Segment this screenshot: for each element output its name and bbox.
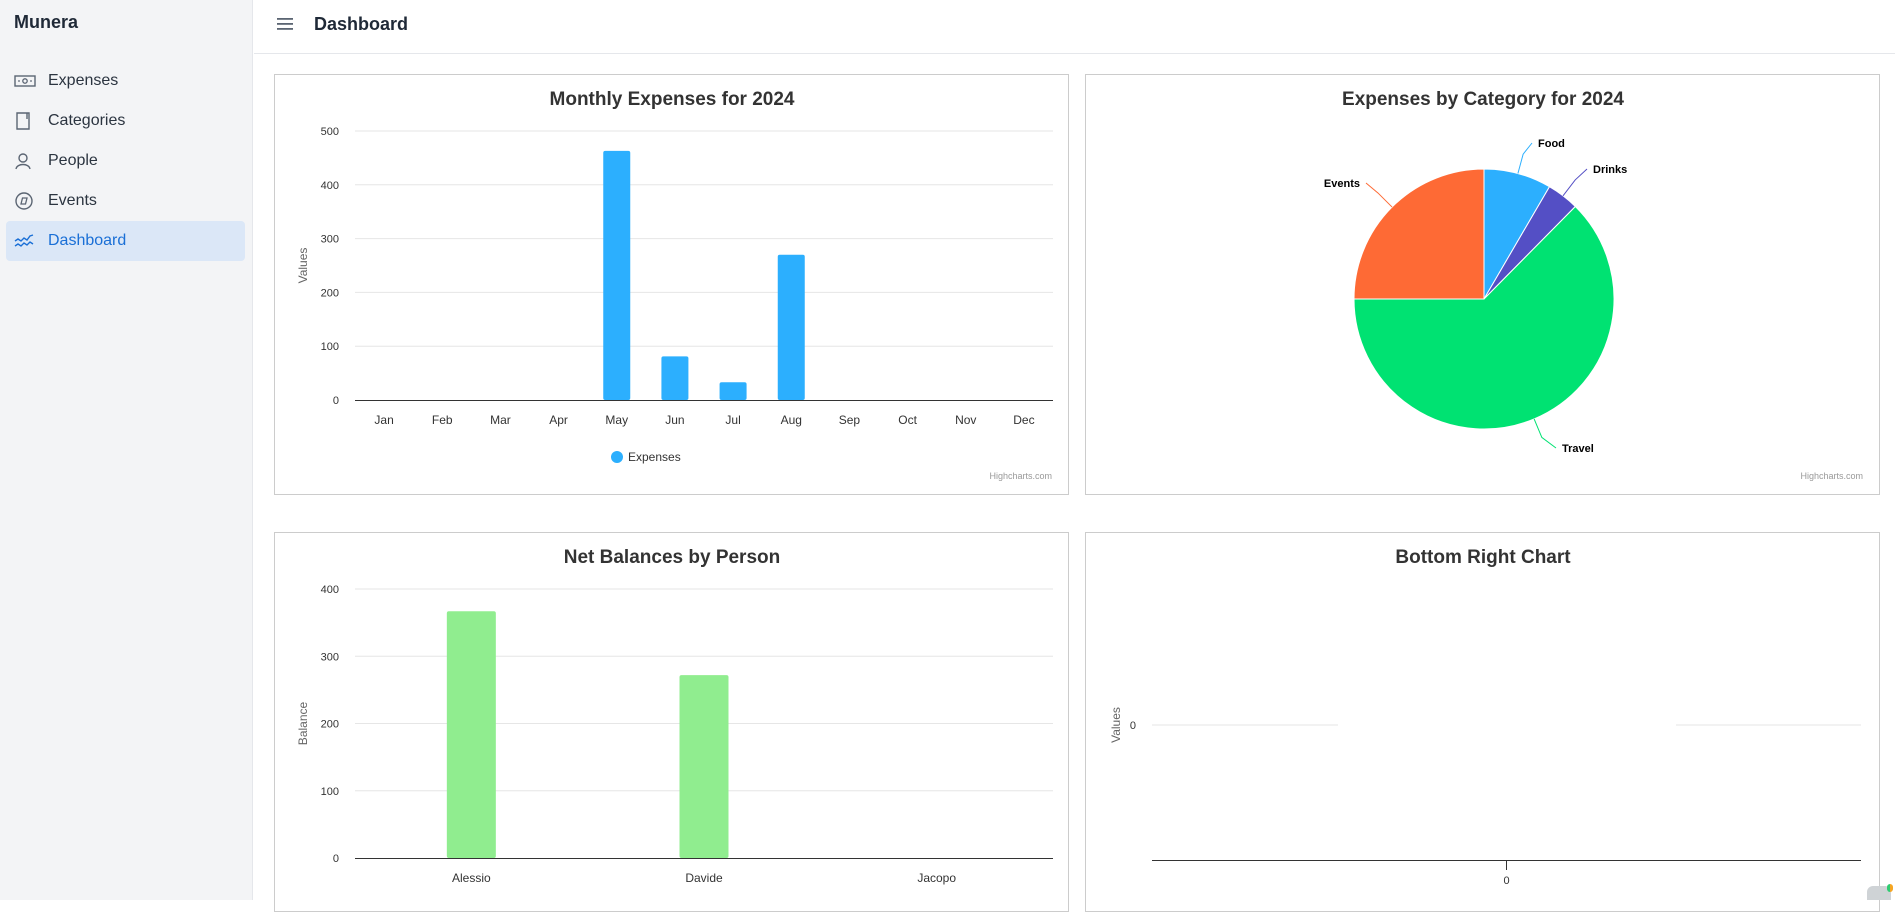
y-tick-label: 300 [321,234,339,246]
top-header: Dashboard [254,0,1895,54]
credits-link: Highcharts.com [1800,471,1863,481]
sidebar: Munera Expenses Categories People Events [0,0,253,900]
x-tick-label: Oct [898,413,917,427]
credits-link: Highcharts.com [989,471,1052,481]
monthly-expenses-svg: Monthly Expenses for 2024 0 100 200 300 400 50… [275,75,1070,496]
sidebar-item-label: Dashboard [48,232,126,250]
category-pie-chart: Expenses by Category for 2024 Food Drinks T… [1085,74,1880,495]
x-tick-label: Aug [781,413,802,427]
y-axis-title: Values [296,248,310,284]
y-tick-label: 300 [321,651,339,663]
bottom-right-svg: Bottom Right Chart 0 Values 0 [1086,533,1881,913]
bottom-right-chart: Bottom Right Chart 0 Values 0 [1085,532,1880,912]
pie-label-drinks: Drinks [1593,164,1627,176]
sidebar-nav: Expenses Categories People Events Dashbo… [6,61,245,261]
bar [778,255,805,400]
page-title: Dashboard [314,14,408,35]
x-tick-label: Jacopo [917,871,956,885]
sidebar-item-label: Expenses [48,72,118,90]
x-tick-label: Feb [432,413,453,427]
y-tick-label: 200 [321,719,339,731]
x-tick-label: Nov [955,413,976,427]
y-tick-label: 100 [321,341,339,353]
user-icon [14,150,48,172]
x-tick-label: Apr [549,413,568,427]
pie-label-events: Events [1324,178,1360,190]
y-tick-label: 400 [321,180,339,192]
legend-item-expenses: Expenses [628,450,681,464]
pie-slice-events [1354,169,1484,299]
sidebar-item-people[interactable]: People [6,141,245,181]
app-brand: Munera [14,12,78,33]
pie-connector [1534,419,1556,448]
sidebar-item-events[interactable]: Events [6,181,245,221]
pie-label-food: Food [1538,138,1565,150]
net-balances-svg: Net Balances by Person 0 100 200 300 400 Balan… [275,533,1070,913]
sidebar-item-expenses[interactable]: Expenses [6,61,245,101]
hamburger-icon[interactable] [276,17,296,33]
y-tick-label: 0 [333,853,339,865]
x-tick-label: 0 [1503,875,1509,887]
bar [661,356,688,400]
chart-title: Bottom Right Chart [1395,547,1571,568]
pie-connector [1563,169,1587,196]
x-tick-label: Dec [1013,413,1034,427]
x-tick-label: May [605,413,628,427]
x-tick-label: Mar [490,413,511,427]
sidebar-item-label: Events [48,192,97,210]
chart-line-icon [14,230,48,252]
net-balances-chart: Net Balances by Person 0 100 200 300 400 Balan… [274,532,1069,912]
banknote-icon [14,70,48,92]
y-axis-title: Balance [296,701,310,745]
chart-title: Monthly Expenses for 2024 [550,89,795,110]
status-dot-icon [1887,884,1893,892]
sidebar-item-label: Categories [48,112,125,130]
book-icon [14,110,48,132]
bar [680,675,729,858]
legend-marker [611,451,623,463]
chart-title: Net Balances by Person [564,547,780,568]
x-tick-label: Sep [839,413,861,427]
y-tick-label: 100 [321,786,339,798]
compass-icon [14,190,48,212]
sidebar-item-categories[interactable]: Categories [6,101,245,141]
pie-connector [1366,183,1392,207]
x-tick-label: Davide [685,871,723,885]
bar [720,382,747,400]
y-tick-label: 400 [321,584,339,596]
y-tick-label: 0 [1130,720,1136,732]
sidebar-item-dashboard[interactable]: Dashboard [6,221,245,261]
x-tick-label: Jan [374,413,393,427]
pie-label-travel: Travel [1562,443,1594,455]
y-tick-label: 500 [321,126,339,138]
y-axis-title: Values [1109,707,1123,743]
sidebar-item-label: People [48,152,98,170]
monthly-expenses-chart: Monthly Expenses for 2024 0 100 200 300 400 50… [274,74,1069,495]
x-tick-label: Jun [665,413,684,427]
bar [447,611,496,858]
bar [603,151,630,400]
x-tick-label: Jul [725,413,740,427]
y-tick-label: 0 [333,395,339,407]
chart-title: Expenses by Category for 2024 [1342,89,1624,110]
y-tick-label: 200 [321,287,339,299]
category-pie-svg: Expenses by Category for 2024 Food Drinks T… [1086,75,1881,496]
x-tick-label: Alessio [452,871,491,885]
pie-connector [1518,143,1532,174]
